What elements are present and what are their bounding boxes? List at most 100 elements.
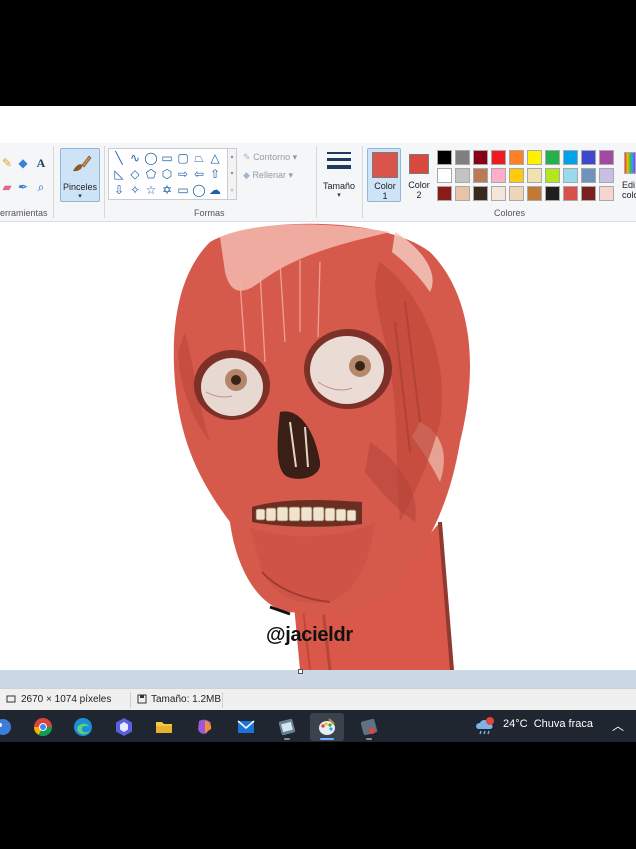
brushes-label: Pinceles xyxy=(62,182,98,192)
palette-swatch[interactable] xyxy=(509,168,524,183)
palette-swatch[interactable] xyxy=(527,150,542,165)
rectangle-shape-icon[interactable]: ▭ xyxy=(159,150,175,166)
palette-swatch[interactable] xyxy=(455,168,470,183)
six-point-star-shape-icon[interactable]: ✡ xyxy=(159,182,175,198)
palette-swatch[interactable] xyxy=(509,186,524,201)
palette-swatch[interactable] xyxy=(527,186,542,201)
palette-swatch[interactable] xyxy=(599,168,614,183)
palette-swatch[interactable] xyxy=(437,186,452,201)
palette-swatch[interactable] xyxy=(581,168,596,183)
palette-swatch[interactable] xyxy=(563,186,578,201)
chevron-down-icon: ▾ xyxy=(337,192,341,199)
color2-number: 2 xyxy=(416,190,422,200)
rounded-rectangle-shape-icon[interactable]: ▢ xyxy=(175,150,191,166)
palette-swatch[interactable] xyxy=(581,186,596,201)
palette-swatch[interactable] xyxy=(581,150,596,165)
right-arrow-shape-icon[interactable]: ⇨ xyxy=(175,166,191,182)
palette-swatch[interactable] xyxy=(491,168,506,183)
photos-taskbar-button[interactable] xyxy=(270,713,304,741)
fill-bucket-icon[interactable]: ◆ xyxy=(16,156,30,170)
line-shape-icon[interactable]: ╲ xyxy=(111,150,127,166)
callout-cloud-shape-icon[interactable]: ☁ xyxy=(207,182,223,198)
fill-label: Rellenar xyxy=(252,170,286,180)
shapes-scrollbar[interactable]: ▴ ▾ ▿ xyxy=(228,148,237,200)
workspace-background xyxy=(0,670,636,688)
weather-rain-icon[interactable] xyxy=(474,716,496,736)
status-divider xyxy=(130,692,131,708)
edit-colors-button[interactable]: Edi colo xyxy=(622,150,636,202)
pencil-icon[interactable]: ✎ xyxy=(0,156,14,170)
palette-swatch[interactable] xyxy=(599,186,614,201)
palette-swatch[interactable] xyxy=(545,150,560,165)
outline-icon: ✎ xyxy=(243,152,251,162)
curve-shape-icon[interactable]: ∿ xyxy=(127,150,143,166)
outline-dropdown[interactable]: ✎ Contorno ▾ xyxy=(243,152,297,163)
hexagon-shape-icon[interactable]: ⬡ xyxy=(159,166,175,182)
weather-widget[interactable]: 24°C Chuva fraca xyxy=(503,718,593,730)
edge-taskbar-button[interactable] xyxy=(66,713,100,741)
down-arrow-shape-icon[interactable]: ⇩ xyxy=(111,182,127,198)
palette-swatch[interactable] xyxy=(491,186,506,201)
snipping-tool-taskbar-button[interactable] xyxy=(352,713,386,741)
brushes-button[interactable]: Pinceles ▾ xyxy=(60,148,100,202)
edit-colors-label-2: colo xyxy=(622,190,636,200)
up-arrow-shape-icon[interactable]: ⇧ xyxy=(207,166,223,182)
palette-swatch[interactable] xyxy=(437,168,452,183)
mail-taskbar-button[interactable] xyxy=(229,713,263,741)
paint-palette-icon xyxy=(319,718,335,735)
palette-swatch[interactable] xyxy=(563,150,578,165)
image-dimensions: 2670 × 1074 píxeles xyxy=(21,694,112,705)
left-arrow-shape-icon[interactable]: ⇦ xyxy=(191,166,207,182)
color1-number: 1 xyxy=(382,191,388,201)
copilot-app-taskbar-button[interactable] xyxy=(107,713,141,741)
show-hidden-icons-chevron-icon[interactable]: ︿ xyxy=(612,717,624,734)
pentagon-shape-icon[interactable]: ⬠ xyxy=(143,166,159,182)
taskbar: 24°C Chuva fraca ︿ xyxy=(0,710,636,742)
color1-button[interactable]: Color 1 xyxy=(367,148,401,202)
fill-icon: ◆ xyxy=(243,170,250,180)
canvas-resize-handle[interactable] xyxy=(298,669,303,674)
magnifier-icon[interactable]: ⌕ xyxy=(34,180,48,194)
four-point-star-shape-icon[interactable]: ✧ xyxy=(127,182,143,198)
eraser-icon[interactable]: ▰ xyxy=(0,180,14,194)
palette-swatch[interactable] xyxy=(545,168,560,183)
palette-swatch[interactable] xyxy=(599,150,614,165)
chevron-down-icon: ▾ xyxy=(292,152,298,162)
palette-swatch[interactable] xyxy=(437,150,452,165)
palette-swatch[interactable] xyxy=(455,150,470,165)
palette-swatch[interactable] xyxy=(563,168,578,183)
file-explorer-taskbar-button[interactable] xyxy=(147,713,181,741)
edit-colors-label: Edi xyxy=(622,180,636,190)
fill-dropdown[interactable]: ◆ Rellenar ▾ xyxy=(243,170,293,181)
five-point-star-shape-icon[interactable]: ☆ xyxy=(143,182,159,198)
paint-taskbar-partial[interactable] xyxy=(0,713,20,741)
callout-rect-shape-icon[interactable]: ▭ xyxy=(175,182,191,198)
palette-swatch[interactable] xyxy=(473,168,488,183)
oval-shape-icon[interactable]: ◯ xyxy=(143,150,159,166)
diamond-shape-icon[interactable]: ◇ xyxy=(127,166,143,182)
palette-swatch[interactable] xyxy=(491,150,506,165)
letterbox-top xyxy=(0,0,636,106)
chrome-taskbar-button[interactable] xyxy=(26,713,60,741)
callout-oval-shape-icon[interactable]: ◯ xyxy=(191,182,207,198)
text-tool-icon[interactable]: A xyxy=(34,156,48,170)
palette-swatch[interactable] xyxy=(455,186,470,201)
palette-swatch[interactable] xyxy=(473,150,488,165)
color-picker-icon[interactable]: ✒ xyxy=(16,180,30,194)
brush-icon xyxy=(73,155,92,172)
size-button[interactable]: Tamaño ▾ xyxy=(320,149,358,203)
palette-swatch[interactable] xyxy=(473,186,488,201)
hexagon-app-icon xyxy=(116,718,132,736)
triangle-shape-icon[interactable]: △ xyxy=(207,150,223,166)
color2-button[interactable]: Color 2 xyxy=(402,148,436,202)
paint-taskbar-button[interactable] xyxy=(310,713,344,741)
polygon-shape-icon[interactable]: ⏢ xyxy=(191,150,207,166)
drawing-canvas[interactable]: @jacieldr xyxy=(0,222,636,670)
copilot-taskbar-button[interactable] xyxy=(188,713,222,741)
palette-swatch[interactable] xyxy=(545,186,560,201)
palette-swatch[interactable] xyxy=(509,150,524,165)
file-size: Tamaño: 1.2MB xyxy=(151,694,222,705)
right-triangle-shape-icon[interactable]: ◺ xyxy=(111,166,127,182)
palette-swatch[interactable] xyxy=(527,168,542,183)
color2-label: Color xyxy=(408,180,430,190)
